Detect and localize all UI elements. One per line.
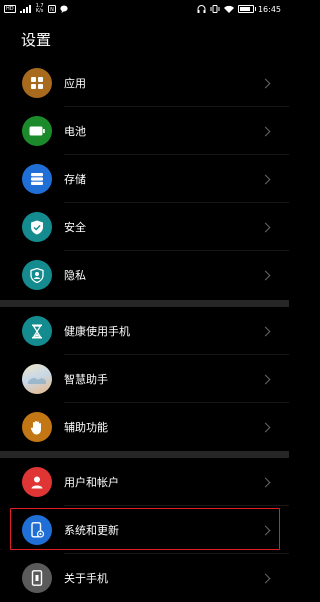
settings-item-label: 智慧助手: [64, 373, 108, 386]
settings-item-smart-assistant[interactable]: 智慧助手: [0, 355, 289, 403]
vibrate-icon: [210, 5, 220, 13]
settings-item-label: 辅助功能: [64, 421, 108, 434]
apps-icon: [22, 68, 52, 98]
svg-text:N: N: [50, 7, 54, 13]
hd-badge: HD: [4, 5, 16, 13]
status-bar: HD 1.7 K/s N 16:45: [0, 0, 289, 18]
nfc-icon: N: [47, 5, 56, 13]
settings-item-apps[interactable]: 应用: [0, 59, 289, 107]
settings-item-storage[interactable]: 存储: [0, 155, 289, 203]
net-speed: 1.7 K/s: [35, 3, 44, 14]
chevron-right-icon: [260, 477, 271, 487]
chevron-right-icon: [260, 573, 271, 583]
settings-item-label: 存储: [64, 173, 86, 186]
settings-item-digital-balance[interactable]: 健康使用手机: [0, 307, 289, 355]
settings-item-security[interactable]: 安全: [0, 203, 289, 251]
settings-group-1: 应用 电池 存储 安全 隐私: [0, 59, 289, 299]
settings-item-accessibility[interactable]: 辅助功能: [0, 403, 289, 451]
settings-item-privacy[interactable]: 隐私: [0, 251, 289, 299]
chevron-right-icon: [260, 422, 271, 432]
chevron-right-icon: [260, 326, 271, 336]
wifi-icon: [223, 5, 234, 13]
storage-icon: [22, 164, 52, 194]
hourglass-icon: [22, 316, 52, 346]
chevron-right-icon: [260, 270, 271, 280]
settings-item-label: 应用: [64, 77, 86, 90]
settings-item-label: 关于手机: [64, 572, 108, 585]
battery-status-icon: [237, 5, 256, 13]
shield-icon: [22, 212, 52, 242]
settings-group-2: 健康使用手机 智慧助手 辅助功能: [0, 307, 289, 451]
chevron-right-icon: [260, 374, 271, 384]
section-separator: [0, 300, 289, 307]
privacy-icon: [22, 260, 52, 290]
message-icon: [59, 5, 68, 13]
highlight-box: [10, 508, 280, 550]
chevron-right-icon: [260, 78, 271, 88]
settings-item-battery[interactable]: 电池: [0, 107, 289, 155]
signal-icon: [19, 5, 31, 13]
section-separator: [0, 451, 289, 458]
hand-icon: [22, 412, 52, 442]
settings-item-label: 安全: [64, 221, 86, 234]
settings-item-label: 电池: [64, 125, 86, 138]
settings-item-label: 健康使用手机: [64, 325, 130, 338]
headset-icon: [197, 5, 206, 13]
assistant-icon: [22, 364, 52, 394]
settings-item-label: 用户和帐户: [64, 476, 119, 489]
settings-item-users-accounts[interactable]: 用户和帐户: [0, 458, 289, 506]
chevron-right-icon: [260, 174, 271, 184]
settings-item-label: 隐私: [64, 269, 86, 282]
user-icon: [22, 467, 52, 497]
chevron-right-icon: [260, 126, 271, 136]
battery-icon: [22, 116, 52, 146]
page-title: 设置: [21, 31, 52, 49]
phone-icon: [22, 563, 52, 593]
settings-item-about-phone[interactable]: 关于手机: [0, 554, 289, 602]
chevron-right-icon: [260, 222, 271, 232]
clock: 16:45: [257, 4, 281, 14]
